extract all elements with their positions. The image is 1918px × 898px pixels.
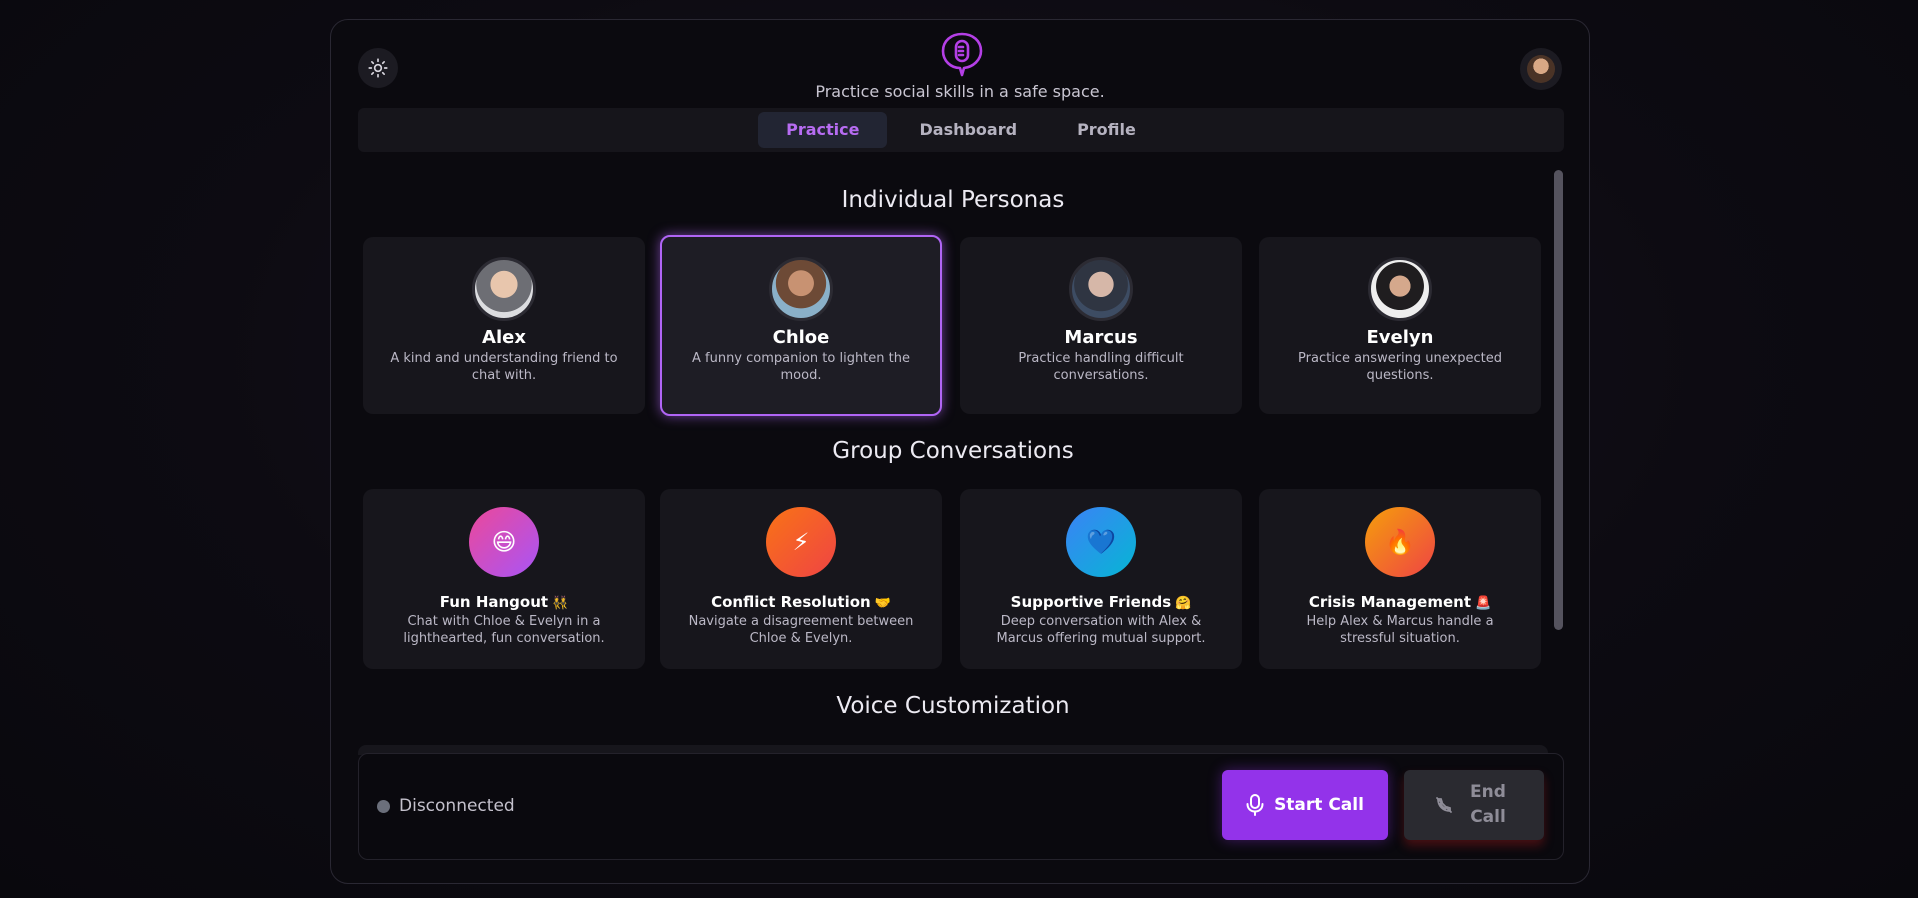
group-desc: Deep conversation with Alex & Marcus off…	[996, 614, 1206, 646]
call-control-bar: Disconnected Start Call End Call	[358, 753, 1564, 860]
avatar	[1527, 55, 1555, 83]
microphone-icon	[1246, 794, 1264, 816]
start-call-button[interactable]: Start Call	[1222, 770, 1388, 840]
fire-icon: 🔥	[1365, 507, 1435, 577]
persona-desc: A funny companion to lighten the mood.	[691, 351, 910, 383]
persona-name: Chloe	[772, 327, 830, 348]
smile-icon: 😄	[469, 507, 539, 577]
group-card-conflict-resolution[interactable]: ⚡ Conflict Resolution 🤝 Navigate a disagr…	[660, 489, 942, 669]
group-card-fun-hangout[interactable]: 😄 Fun Hangout 👯 Chat with Chloe & Evelyn …	[363, 489, 645, 669]
siren-icon: 🚨	[1475, 596, 1492, 611]
lightning-icon: ⚡	[766, 507, 836, 577]
voice-customization-title: Voice Customization	[836, 693, 1070, 719]
persona-name: Marcus	[1064, 327, 1138, 348]
persona-name: Alex	[482, 327, 526, 348]
nav-tabs: Practice Dashboard Profile	[358, 108, 1564, 152]
phone-off-icon	[1436, 797, 1452, 813]
group-card-supportive-friends[interactable]: 💙 Supportive Friends 🤗 Deep conversation …	[960, 489, 1242, 669]
persona-desc: Practice handling difficult conversation…	[1018, 351, 1184, 383]
evelyn-avatar	[1368, 257, 1432, 321]
scrollbar-thumb[interactable]	[1554, 170, 1563, 630]
group-name: Fun Hangout 👯	[439, 593, 569, 611]
app-window: Practice social skills in a safe space. …	[330, 19, 1590, 884]
persona-desc: Practice answering unexpected questions.	[1298, 351, 1502, 383]
persona-card-evelyn[interactable]: Evelyn Practice answering unexpected que…	[1259, 237, 1541, 414]
group-conversations-title: Group Conversations	[832, 438, 1074, 464]
user-avatar-button[interactable]	[1520, 48, 1562, 90]
alex-avatar	[472, 257, 536, 321]
persona-desc: A kind and understanding friend to chat …	[390, 351, 618, 383]
group-card-crisis-management[interactable]: 🔥 Crisis Management 🚨 Help Alex & Marcus …	[1259, 489, 1541, 669]
heart-icon: 💙	[1066, 507, 1136, 577]
tab-practice[interactable]: Practice	[758, 112, 888, 148]
group-desc: Help Alex & Marcus handle a stressful si…	[1306, 614, 1494, 646]
hug-icon: 🤗	[1175, 596, 1192, 611]
tagline: Practice social skills in a safe space.	[815, 82, 1105, 101]
group-desc: Chat with Chloe & Evelyn in a lightheart…	[403, 614, 605, 646]
mic-bubble-logo-icon	[941, 32, 983, 77]
group-desc: Navigate a disagreement between Chloe & …	[688, 614, 914, 646]
persona-name: Evelyn	[1366, 327, 1434, 348]
practice-panel[interactable]: Individual Personas Alex A kind and unde…	[358, 165, 1564, 755]
sun-icon	[368, 58, 388, 78]
status-indicator	[377, 800, 390, 813]
group-name: Conflict Resolution 🤝	[711, 593, 891, 611]
marcus-avatar	[1069, 257, 1133, 321]
group-name: Crisis Management 🚨	[1308, 593, 1492, 611]
dancers-icon: 👯	[552, 596, 569, 611]
persona-card-alex[interactable]: Alex A kind and understanding friend to …	[363, 237, 645, 414]
persona-card-chloe[interactable]: Chloe A funny companion to lighten the m…	[660, 235, 942, 416]
end-call-button[interactable]: End Call	[1404, 770, 1544, 840]
tab-dashboard[interactable]: Dashboard	[891, 112, 1045, 148]
group-name: Supportive Friends 🤗	[1010, 593, 1192, 611]
connection-status: Disconnected	[399, 796, 515, 816]
handshake-icon: 🤝	[874, 596, 891, 611]
chloe-avatar	[769, 257, 833, 321]
tab-profile[interactable]: Profile	[1049, 112, 1164, 148]
persona-card-marcus[interactable]: Marcus Practice handling difficult conve…	[960, 237, 1242, 414]
start-call-label: Start Call	[1274, 795, 1364, 815]
individual-personas-title: Individual Personas	[841, 187, 1065, 213]
end-call-label: End Call	[1470, 782, 1506, 827]
